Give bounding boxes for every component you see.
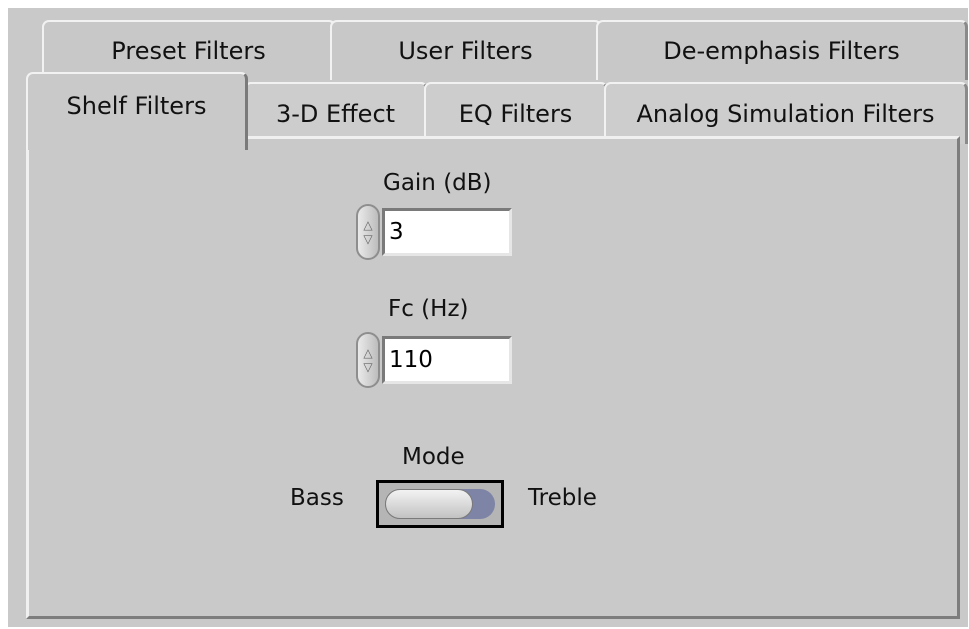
tab-user-filters[interactable]: User Filters [330, 20, 602, 80]
tab-eq-filters[interactable]: EQ Filters [424, 82, 608, 144]
fc-input[interactable]: 110 [382, 336, 512, 384]
mode-toggle-switch[interactable] [376, 480, 504, 528]
fc-control: △ ▽ 110 [356, 332, 512, 388]
fc-increment-decrement-icon[interactable]: △ ▽ [356, 332, 380, 388]
mode-label: Mode [402, 444, 465, 470]
mode-toggle-knob[interactable] [385, 489, 473, 519]
gain-label: Gain (dB) [383, 170, 492, 196]
tab-analog-simulation-filters[interactable]: Analog Simulation Filters [604, 82, 968, 144]
mode-bass-label: Bass [290, 485, 344, 511]
fc-label: Fc (Hz) [388, 296, 469, 322]
tab-preset-filters[interactable]: Preset Filters [42, 20, 336, 80]
gain-input[interactable]: 3 [382, 208, 512, 256]
tab-3d-effect[interactable]: 3-D Effect [244, 82, 428, 144]
gain-increment-decrement-icon[interactable]: △ ▽ [356, 204, 380, 260]
tab-de-emphasis-filters[interactable]: De-emphasis Filters [596, 20, 968, 80]
gain-control: △ ▽ 3 [356, 204, 512, 260]
mode-treble-label: Treble [528, 485, 597, 511]
tab-shelf-filters[interactable]: Shelf Filters [26, 72, 248, 150]
